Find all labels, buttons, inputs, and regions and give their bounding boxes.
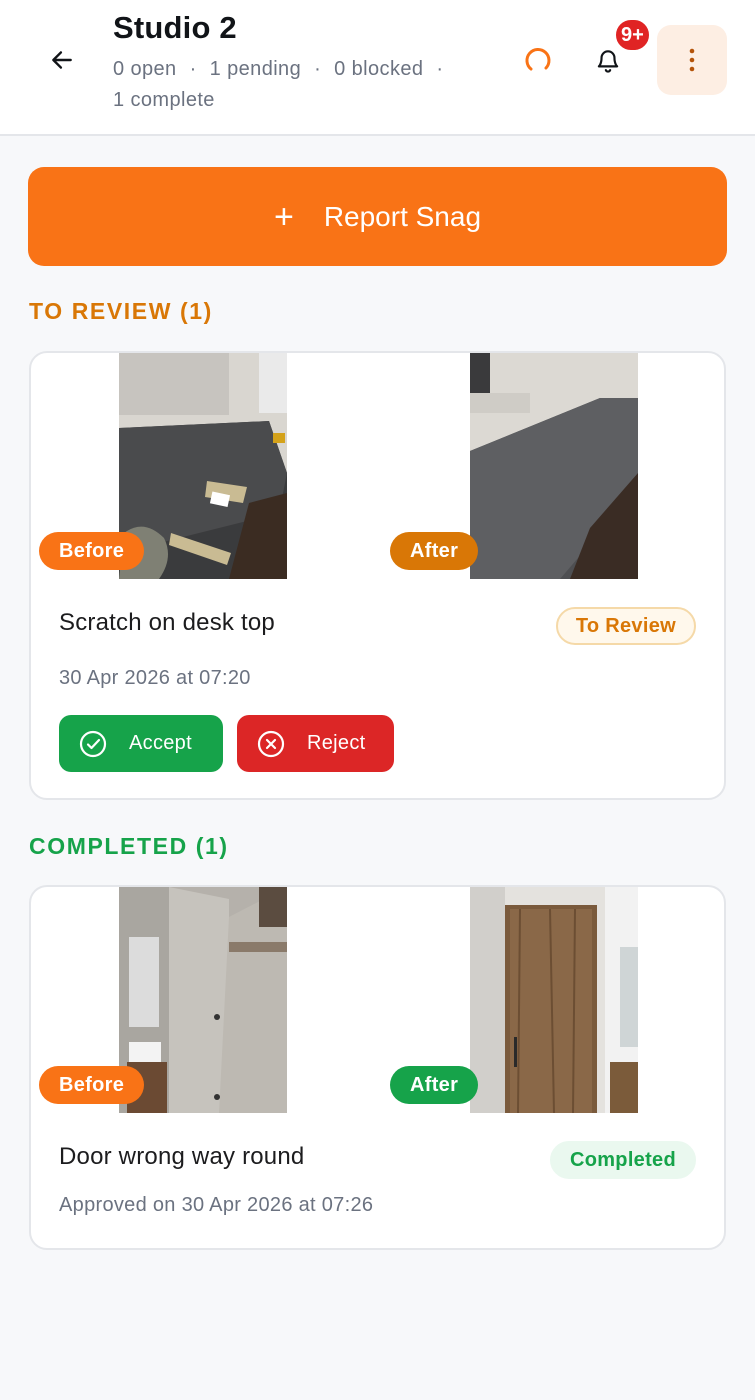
to-review-heading: TO REVIEW (1) — [29, 298, 213, 324]
open-count: 0 open — [113, 58, 177, 80]
check-circle-icon — [79, 730, 107, 757]
more-options-button[interactable] — [657, 25, 727, 95]
back-button[interactable] — [38, 38, 86, 82]
after-tag: After — [390, 532, 479, 570]
x-circle-icon — [257, 730, 285, 757]
snag-date: 30 Apr 2026 at 07:20 — [59, 667, 251, 689]
plus-icon: + — [273, 197, 294, 236]
before-tag: Before — [39, 1066, 145, 1104]
reject-label: Reject — [307, 732, 366, 754]
status-badge: Completed — [549, 1141, 696, 1179]
snag-title: Door wrong way round — [59, 1143, 305, 1170]
report-snag-button[interactable]: + Report Snag — [28, 167, 727, 266]
report-snag-label: Report Snag — [323, 200, 482, 232]
reject-button[interactable]: Reject — [237, 715, 394, 772]
complete-count: 1 complete — [113, 89, 215, 111]
before-photo[interactable] — [119, 887, 287, 1113]
after-tag: After — [390, 1066, 479, 1104]
more-vertical-icon — [689, 48, 695, 72]
after-photo[interactable] — [470, 353, 638, 579]
pending-count: 1 pending — [209, 58, 302, 80]
after-photo[interactable] — [470, 887, 638, 1113]
before-tag: Before — [39, 532, 145, 570]
loading-spinner-icon — [525, 48, 551, 71]
separator: · — [436, 58, 444, 80]
completed-heading: COMPLETED (1) — [29, 833, 229, 859]
app-header: Studio 2 0 open · 1 pending · 0 blocked · 1 co… — [0, 0, 755, 136]
accept-button[interactable]: Accept — [59, 715, 223, 772]
bell-icon — [597, 50, 619, 73]
snag-card[interactable]: Before After Door wrong way round Comple… — [29, 885, 726, 1250]
approval-date: Approved on 30 Apr 2026 at 07:26 — [59, 1194, 374, 1216]
notification-count-badge: 9+ — [614, 18, 651, 52]
separator: · — [189, 58, 197, 80]
snag-title: Scratch on desk top — [59, 609, 275, 636]
back-arrow-icon — [52, 51, 72, 69]
snag-card[interactable]: Before After Scratch on desk top To Revi… — [29, 351, 726, 800]
status-summary: 0 open · 1 pending · 0 blocked · 1 complete — [113, 54, 503, 116]
status-badge: To Review — [555, 607, 696, 645]
before-photo[interactable] — [119, 353, 287, 579]
separator: · — [314, 58, 322, 80]
accept-label: Accept — [129, 732, 192, 754]
page-title: Studio 2 — [113, 10, 237, 45]
blocked-count: 0 blocked — [334, 58, 424, 80]
